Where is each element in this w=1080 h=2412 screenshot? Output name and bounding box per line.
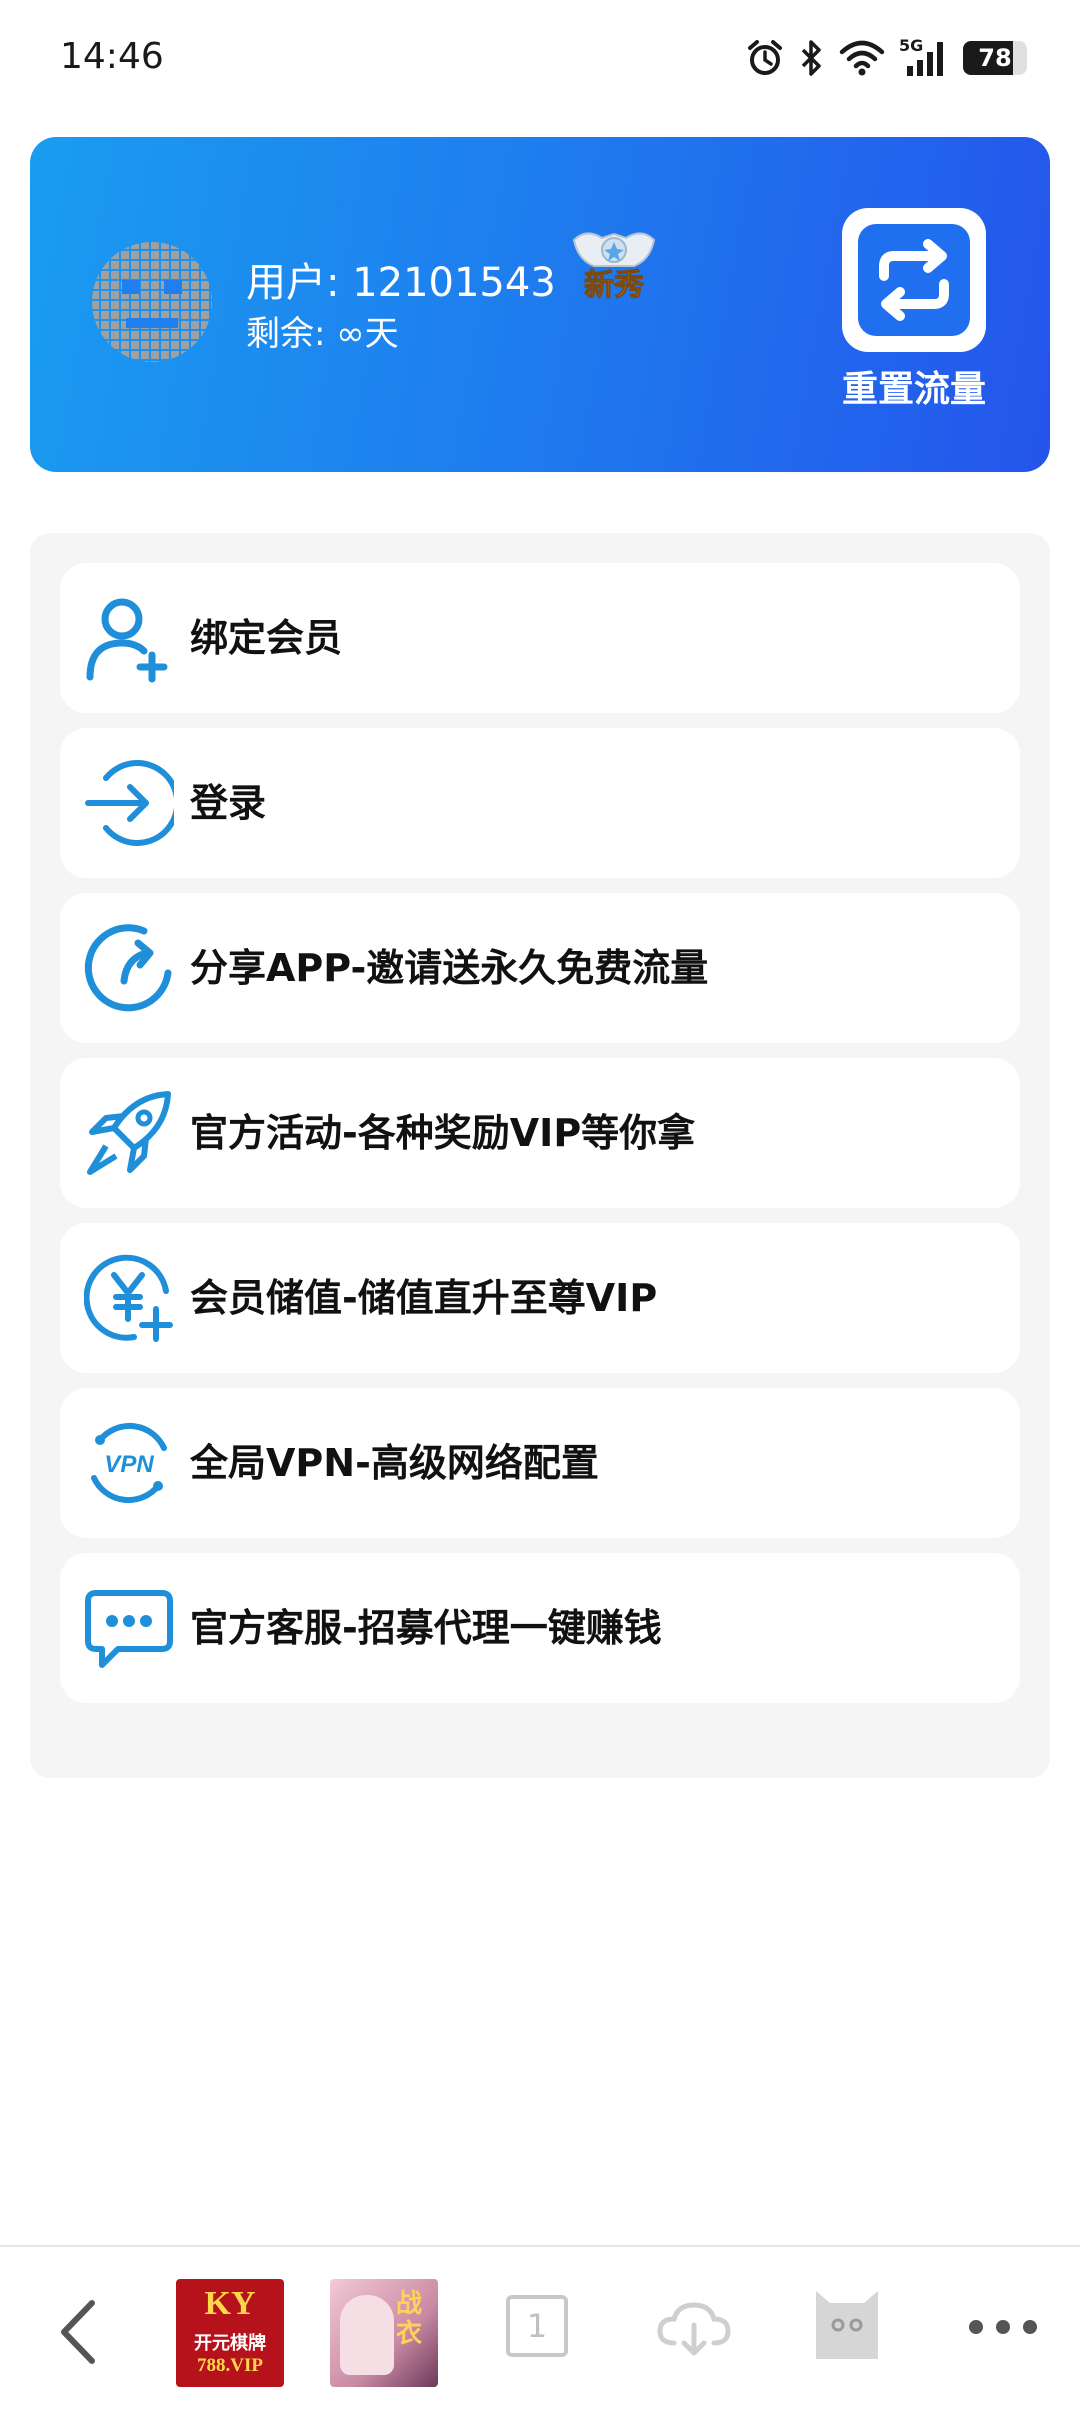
ad-text-url: 788.VIP xyxy=(197,2355,263,2376)
svg-text:VPN: VPN xyxy=(104,1451,154,1478)
yuan-plus-icon xyxy=(84,1254,173,1342)
menu-item-label: 绑定会员 xyxy=(190,616,343,660)
more-options-icon[interactable] xyxy=(968,2317,1038,2337)
user-id-label: 用户: 12101543 xyxy=(246,260,556,306)
menu-item-label: 官方客服-招募代理一键赚钱 xyxy=(190,1606,662,1650)
cat-mask-icon[interactable] xyxy=(812,2287,882,2363)
vpn-icon: VPN xyxy=(91,1423,167,1503)
wifi-icon xyxy=(839,40,885,76)
menu-item-share-app[interactable]: 分享APP-邀请送永久免费流量 xyxy=(60,893,1020,1043)
menu-item-member-recharge[interactable]: 会员储值-储值直升至尊VIP xyxy=(60,1223,1020,1373)
ad-text-game: 开元棋牌 xyxy=(194,2333,266,2354)
ad-thumbnail-game[interactable]: 战衣 xyxy=(330,2279,438,2387)
alarm-icon xyxy=(748,40,782,75)
badge-text: 新秀 xyxy=(584,268,645,304)
menu-item-bind-member[interactable]: 绑定会员 xyxy=(60,563,1020,713)
ad-thumbnail-kaiyuan[interactable]: KY 开元棋牌 788.VIP xyxy=(176,2279,284,2387)
menu-item-label: 分享APP-邀请送永久免费流量 xyxy=(190,946,709,990)
cloud-download-icon[interactable] xyxy=(656,2299,732,2359)
menu-item-login[interactable]: 登录 xyxy=(60,728,1020,878)
reset-traffic-icon[interactable] xyxy=(838,204,990,356)
reset-traffic-label[interactable]: 重置流量 xyxy=(830,360,998,412)
status-bar: 14:46 5G 78 xyxy=(0,0,1080,120)
login-arrow-icon xyxy=(85,760,174,846)
avatar[interactable] xyxy=(90,240,214,364)
status-time: 14:46 xyxy=(60,36,164,77)
cellular-signal-icon: 5G xyxy=(899,36,949,78)
rookie-badge: 新秀 xyxy=(568,226,660,304)
menu-item-official-events[interactable]: 官方活动-各种奖励VIP等你拿 xyxy=(60,1058,1020,1208)
bluetooth-icon xyxy=(801,40,821,76)
menu-item-label: 官方活动-各种奖励VIP等你拿 xyxy=(190,1111,696,1155)
ad-text-title: 战衣 xyxy=(396,2289,423,2349)
tab-count-button[interactable]: 1 xyxy=(506,2295,568,2357)
battery-percent: 78 xyxy=(978,44,1012,72)
share-refresh-icon xyxy=(84,924,172,1012)
add-user-icon xyxy=(86,598,168,683)
menu-item-label: 登录 xyxy=(190,781,267,825)
remaining-days-label: 剩余: ∞天 xyxy=(246,314,399,354)
ad-logo-ky: KY xyxy=(204,2285,256,2322)
menu-item-label: 会员储值-储值直升至尊VIP xyxy=(190,1276,658,1320)
menu-item-customer-service[interactable]: 官方客服-招募代理一键赚钱 xyxy=(60,1553,1020,1703)
battery-indicator: 78 xyxy=(963,41,1027,75)
back-chevron-icon[interactable] xyxy=(56,2297,102,2367)
status-icons: 5G 78 xyxy=(745,34,1027,82)
ad-character-art xyxy=(340,2295,394,2375)
bottom-toolbar: KY 开元棋牌 788.VIP 战衣 1 xyxy=(0,2245,1080,2412)
rocket-icon xyxy=(87,1091,171,1175)
menu-item-label: 全局VPN-高级网络配置 xyxy=(190,1441,599,1485)
menu-item-global-vpn[interactable]: VPN 全局VPN-高级网络配置 xyxy=(60,1388,1020,1538)
chat-bubble-icon xyxy=(85,1590,173,1668)
tab-count: 1 xyxy=(526,2307,548,2345)
